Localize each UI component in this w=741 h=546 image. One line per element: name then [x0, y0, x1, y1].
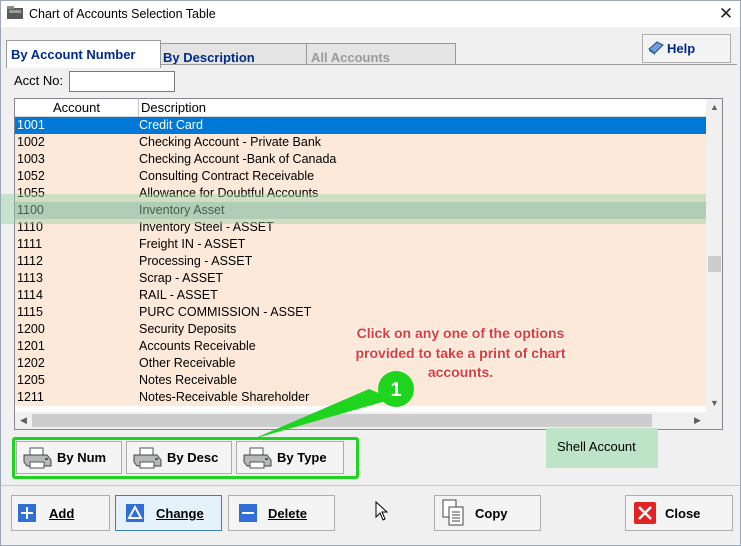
mouse-cursor-icon: [375, 501, 388, 521]
help-book-icon: [648, 41, 664, 55]
cell-account: 1111: [17, 237, 43, 251]
cell-description: Consulting Contract Receivable: [139, 169, 315, 183]
cell-account: 1202: [17, 356, 45, 370]
scroll-right-icon[interactable]: ▶: [689, 412, 706, 429]
delete-label: Delete: [268, 506, 308, 521]
grid-header: Account Description: [15, 99, 706, 117]
bottom-separator: [1, 485, 741, 486]
close-x-icon: [634, 502, 656, 524]
cell-description: PURC COMMISSION - ASSET: [139, 305, 312, 319]
scroll-down-icon[interactable]: ▼: [706, 395, 722, 412]
table-row[interactable]: 1001 Credit Card: [15, 117, 706, 134]
window-close-button[interactable]: ✕: [713, 2, 739, 26]
cell-description: Checking Account -Bank of Canada: [139, 152, 337, 166]
scroll-up-icon[interactable]: ▲: [706, 99, 722, 116]
printer-icon: [133, 447, 162, 469]
print-by-type-button[interactable]: By Type: [236, 441, 344, 474]
cell-description: Processing - ASSET: [139, 254, 253, 268]
scroll-corner: [706, 412, 722, 429]
cell-description: RAIL - ASSET: [139, 288, 218, 302]
scroll-left-icon[interactable]: ◀: [15, 412, 32, 429]
cell-description: Scrap - ASSET: [139, 271, 224, 285]
printer-icon: [23, 447, 52, 469]
cell-account: 1114: [17, 288, 43, 302]
cell-account: 1052: [17, 169, 45, 183]
cell-description: Notes-Receivable Shareholder: [139, 390, 310, 404]
app-icon: [7, 6, 23, 19]
shell-account-button[interactable]: Shell Account: [546, 428, 658, 468]
add-label: Add: [49, 506, 75, 521]
cell-account: 1003: [17, 152, 45, 166]
title-bar: Chart of Accounts Selection Table ✕: [1, 1, 740, 27]
table-row[interactable]: 1112 Processing - ASSET: [15, 253, 706, 270]
column-header-account[interactable]: Account: [15, 99, 139, 117]
table-row[interactable]: 1111 Freight IN - ASSET: [15, 236, 706, 253]
table-row[interactable]: 1114 RAIL - ASSET: [15, 287, 706, 304]
vertical-scroll-thumb[interactable]: [708, 256, 721, 272]
vertical-scrollbar[interactable]: ▲ ▼: [706, 99, 722, 412]
print-by-type-label: By Type: [277, 450, 327, 465]
copy-button[interactable]: Copy: [434, 495, 541, 531]
copy-pages-icon: [442, 499, 464, 526]
print-by-desc-button[interactable]: By Desc: [126, 441, 232, 474]
table-row[interactable]: 1115 PURC COMMISSION - ASSET: [15, 304, 706, 321]
table-row[interactable]: 1003 Checking Account -Bank of Canada: [15, 151, 706, 168]
minus-icon: [239, 504, 257, 522]
cell-description: Credit Card: [139, 118, 203, 132]
change-button[interactable]: Change: [115, 495, 222, 531]
window-title: Chart of Accounts Selection Table: [29, 7, 216, 21]
cell-account: 1115: [17, 305, 43, 319]
cell-description: Freight IN - ASSET: [139, 237, 246, 251]
plus-icon: [18, 504, 36, 522]
acct-no-input[interactable]: [69, 71, 175, 92]
app-window: Chart of Accounts Selection Table ✕ By A…: [0, 0, 741, 546]
cell-account: 1001: [17, 118, 45, 132]
cell-account: 1205: [17, 373, 45, 387]
tab-by-account-number[interactable]: By Account Number: [6, 40, 161, 68]
cell-account: 1112: [17, 254, 43, 268]
delete-button[interactable]: Delete: [228, 495, 335, 531]
help-button[interactable]: Help: [642, 34, 731, 63]
add-button[interactable]: Add: [11, 495, 110, 531]
table-row[interactable]: 1113 Scrap - ASSET: [15, 270, 706, 287]
row-highlight-overlay: [1, 194, 706, 224]
acct-no-label: Acct No:: [14, 73, 64, 88]
print-by-desc-label: By Desc: [167, 450, 219, 465]
print-by-num-label: By Num: [57, 450, 107, 465]
printer-icon: [243, 447, 272, 469]
close-button[interactable]: Close: [625, 495, 733, 531]
cell-description: Checking Account - Private Bank: [139, 135, 322, 149]
print-by-num-button[interactable]: By Num: [16, 441, 122, 474]
shell-account-label: Shell Account: [557, 439, 636, 454]
cell-account: 1211: [17, 390, 44, 404]
cell-account: 1002: [17, 135, 45, 149]
cell-account: 1113: [17, 271, 43, 285]
column-header-description[interactable]: Description: [139, 99, 706, 117]
close-label: Close: [665, 506, 701, 521]
copy-label: Copy: [475, 506, 508, 521]
table-row[interactable]: 1002 Checking Account - Private Bank: [15, 134, 706, 151]
help-label: Help: [667, 41, 696, 56]
triangle-up-icon: [126, 504, 144, 522]
callout-marker-number: 1: [390, 379, 402, 401]
cell-account: 1200: [17, 322, 45, 336]
cell-account: 1201: [17, 339, 45, 353]
change-label: Change: [156, 506, 204, 521]
table-row[interactable]: 1052 Consulting Contract Receivable: [15, 168, 706, 185]
